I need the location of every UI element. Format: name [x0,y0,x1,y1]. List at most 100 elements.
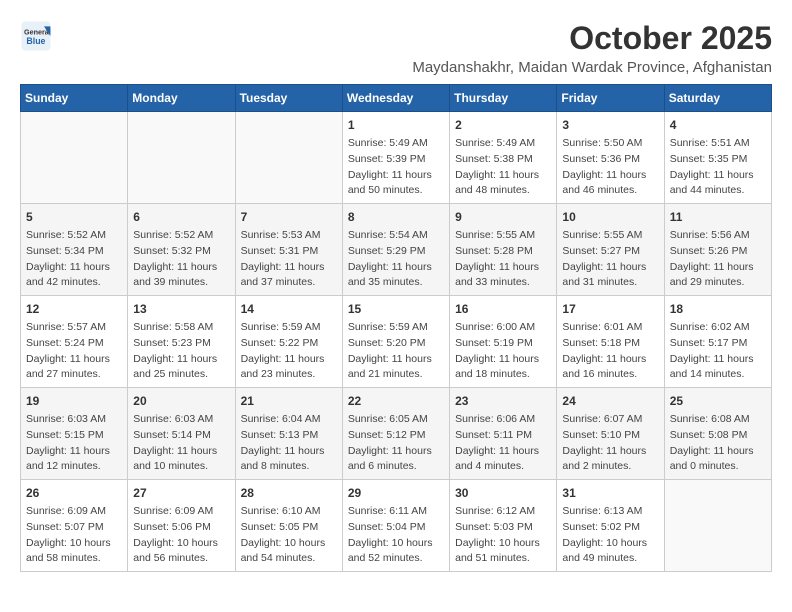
day-info: Sunrise: 5:54 AM Sunset: 5:29 PM Dayligh… [348,228,444,291]
header-thursday: Thursday [450,85,557,112]
calendar-week-4: 19 Sunrise: 6:03 AM Sunset: 5:15 PM Dayli… [21,388,772,480]
calendar-cell: 8 Sunrise: 5:54 AM Sunset: 5:29 PM Daylig… [342,204,449,296]
day-number: 9 [455,208,551,226]
day-number: 16 [455,300,551,318]
day-info: Sunrise: 6:08 AM Sunset: 5:08 PM Dayligh… [670,412,766,475]
day-number: 8 [348,208,444,226]
logo-icon: General Blue [20,20,52,52]
day-info: Sunrise: 5:56 AM Sunset: 5:26 PM Dayligh… [670,228,766,291]
calendar-cell: 18Sunrise: 6:02 AM Sunset: 5:17 PM Dayli… [664,296,771,388]
day-number: 12 [26,300,122,318]
calendar-cell: 7 Sunrise: 5:53 AM Sunset: 5:31 PM Daylig… [235,204,342,296]
calendar-cell: 23 Sunrise: 6:06 AM Sunset: 5:11 PM Dayli… [450,388,557,480]
header-saturday: Saturday [664,85,771,112]
calendar-cell: 22Sunrise: 6:05 AM Sunset: 5:12 PM Dayli… [342,388,449,480]
calendar-cell [235,112,342,204]
day-info: Sunrise: 5:55 AM Sunset: 5:28 PM Dayligh… [455,228,551,291]
day-info: Sunrise: 6:07 AM Sunset: 5:10 PM Dayligh… [562,412,658,475]
day-number: 3 [562,116,658,134]
calendar-header-row: Sunday Monday Tuesday Wednesday Thursday… [21,85,772,112]
calendar-week-1: 1Sunrise: 5:49 AM Sunset: 5:39 PM Daylig… [21,112,772,204]
day-number: 24 [562,392,658,410]
day-number: 17 [562,300,658,318]
day-number: 1 [348,116,444,134]
day-info: Sunrise: 6:13 AM Sunset: 5:02 PM Dayligh… [562,504,658,567]
day-number: 22 [348,392,444,410]
calendar-cell: 24 Sunrise: 6:07 AM Sunset: 5:10 PM Dayli… [557,388,664,480]
calendar-cell: 2 Sunrise: 5:49 AM Sunset: 5:38 PM Daylig… [450,112,557,204]
calendar-cell: 3 Sunrise: 5:50 AM Sunset: 5:36 PM Daylig… [557,112,664,204]
calendar-cell: 9 Sunrise: 5:55 AM Sunset: 5:28 PM Daylig… [450,204,557,296]
calendar-cell: 28 Sunrise: 6:10 AM Sunset: 5:05 PM Dayli… [235,480,342,572]
day-number: 19 [26,392,122,410]
day-number: 20 [133,392,229,410]
calendar-cell: 5 Sunrise: 5:52 AM Sunset: 5:34 PM Daylig… [21,204,128,296]
day-info: Sunrise: 6:00 AM Sunset: 5:19 PM Dayligh… [455,320,551,383]
day-info: Sunrise: 5:52 AM Sunset: 5:32 PM Dayligh… [133,228,229,291]
day-number: 13 [133,300,229,318]
day-number: 7 [241,208,337,226]
page-header: General Blue October 2025 Maydanshakhr, … [20,20,772,76]
day-number: 10 [562,208,658,226]
day-number: 29 [348,484,444,502]
day-number: 30 [455,484,551,502]
day-number: 21 [241,392,337,410]
day-info: Sunrise: 5:52 AM Sunset: 5:34 PM Dayligh… [26,228,122,291]
header-tuesday: Tuesday [235,85,342,112]
calendar-cell: 11 Sunrise: 5:56 AM Sunset: 5:26 PM Dayli… [664,204,771,296]
day-number: 11 [670,208,766,226]
calendar-week-2: 5 Sunrise: 5:52 AM Sunset: 5:34 PM Daylig… [21,204,772,296]
calendar-cell: 14Sunrise: 5:59 AM Sunset: 5:22 PM Dayli… [235,296,342,388]
day-info: Sunrise: 6:09 AM Sunset: 5:07 PM Dayligh… [26,504,122,567]
day-info: Sunrise: 5:58 AM Sunset: 5:23 PM Dayligh… [133,320,229,383]
calendar-week-5: 26 Sunrise: 6:09 AM Sunset: 5:07 PM Dayli… [21,480,772,572]
calendar-cell: 10Sunrise: 5:55 AM Sunset: 5:27 PM Dayli… [557,204,664,296]
calendar-cell: 26 Sunrise: 6:09 AM Sunset: 5:07 PM Dayli… [21,480,128,572]
calendar-cell: 30 Sunrise: 6:12 AM Sunset: 5:03 PM Dayli… [450,480,557,572]
day-info: Sunrise: 6:09 AM Sunset: 5:06 PM Dayligh… [133,504,229,567]
header-sunday: Sunday [21,85,128,112]
calendar-cell: 21Sunrise: 6:04 AM Sunset: 5:13 PM Dayli… [235,388,342,480]
calendar-cell: 13 Sunrise: 5:58 AM Sunset: 5:23 PM Dayli… [128,296,235,388]
day-number: 4 [670,116,766,134]
calendar-cell: 31 Sunrise: 6:13 AM Sunset: 5:02 PM Dayli… [557,480,664,572]
month-title: October 2025 [412,20,772,57]
day-number: 15 [348,300,444,318]
calendar-cell: 25 Sunrise: 6:08 AM Sunset: 5:08 PM Dayli… [664,388,771,480]
day-info: Sunrise: 6:03 AM Sunset: 5:15 PM Dayligh… [26,412,122,475]
calendar-cell: 15 Sunrise: 5:59 AM Sunset: 5:20 PM Dayli… [342,296,449,388]
day-number: 2 [455,116,551,134]
day-number: 18 [670,300,766,318]
calendar-cell [21,112,128,204]
day-number: 25 [670,392,766,410]
calendar-cell: 17 Sunrise: 6:01 AM Sunset: 5:18 PM Dayli… [557,296,664,388]
day-number: 31 [562,484,658,502]
day-number: 23 [455,392,551,410]
day-number: 6 [133,208,229,226]
day-info: Sunrise: 5:50 AM Sunset: 5:36 PM Dayligh… [562,136,658,199]
calendar-cell: 16 Sunrise: 6:00 AM Sunset: 5:19 PM Dayli… [450,296,557,388]
day-info: Sunrise: 6:12 AM Sunset: 5:03 PM Dayligh… [455,504,551,567]
day-number: 14 [241,300,337,318]
location-title: Maydanshakhr, Maidan Wardak Province, Af… [412,59,772,76]
day-info: Sunrise: 6:01 AM Sunset: 5:18 PM Dayligh… [562,320,658,383]
calendar-cell: 29Sunrise: 6:11 AM Sunset: 5:04 PM Dayli… [342,480,449,572]
day-number: 5 [26,208,122,226]
calendar-cell: 27Sunrise: 6:09 AM Sunset: 5:06 PM Dayli… [128,480,235,572]
day-info: Sunrise: 6:03 AM Sunset: 5:14 PM Dayligh… [133,412,229,475]
day-number: 26 [26,484,122,502]
day-number: 28 [241,484,337,502]
header-wednesday: Wednesday [342,85,449,112]
header-monday: Monday [128,85,235,112]
day-info: Sunrise: 5:57 AM Sunset: 5:24 PM Dayligh… [26,320,122,383]
day-info: Sunrise: 6:06 AM Sunset: 5:11 PM Dayligh… [455,412,551,475]
day-info: Sunrise: 5:59 AM Sunset: 5:20 PM Dayligh… [348,320,444,383]
calendar-cell [128,112,235,204]
calendar-cell: 19 Sunrise: 6:03 AM Sunset: 5:15 PM Dayli… [21,388,128,480]
day-info: Sunrise: 6:10 AM Sunset: 5:05 PM Dayligh… [241,504,337,567]
calendar-cell: 4Sunrise: 5:51 AM Sunset: 5:35 PM Daylig… [664,112,771,204]
day-info: Sunrise: 5:49 AM Sunset: 5:38 PM Dayligh… [455,136,551,199]
title-section: October 2025 Maydanshakhr, Maidan Wardak… [412,20,772,76]
header-friday: Friday [557,85,664,112]
day-info: Sunrise: 5:53 AM Sunset: 5:31 PM Dayligh… [241,228,337,291]
